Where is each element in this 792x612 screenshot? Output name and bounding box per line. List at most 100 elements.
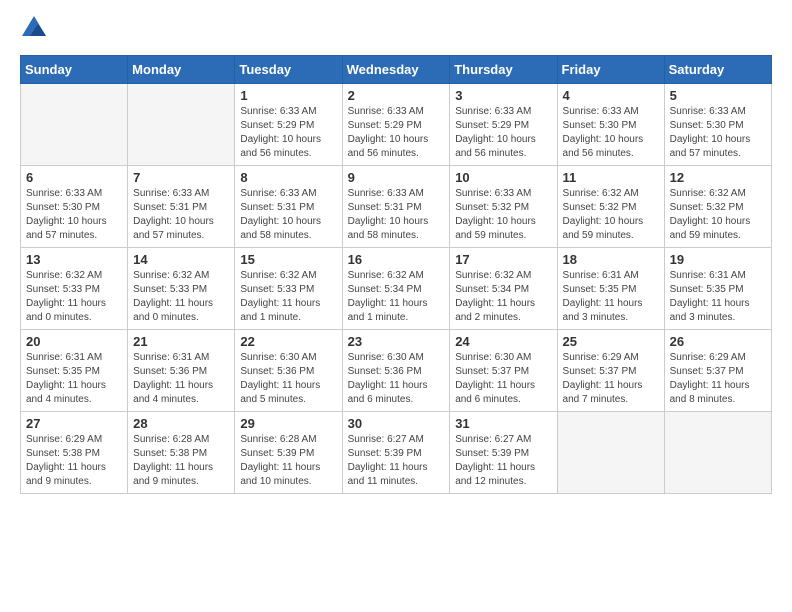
day-info: Sunrise: 6:31 AM Sunset: 5:35 PM Dayligh… — [26, 351, 122, 407]
day-number: 1 — [240, 88, 336, 103]
calendar-cell: 21Sunrise: 6:31 AM Sunset: 5:36 PM Dayli… — [128, 330, 235, 412]
calendar-cell: 27Sunrise: 6:29 AM Sunset: 5:38 PM Dayli… — [21, 412, 128, 494]
day-info: Sunrise: 6:29 AM Sunset: 5:37 PM Dayligh… — [563, 351, 659, 407]
day-info: Sunrise: 6:27 AM Sunset: 5:39 PM Dayligh… — [455, 433, 551, 489]
calendar-cell: 30 Sunrise: 6:27 AM Sunset: 5:39 PM Dayli… — [342, 412, 450, 494]
day-info: Sunrise: 6:33 AM Sunset: 5:30 PM Dayligh… — [563, 105, 659, 161]
calendar-cell: 17 Sunrise: 6:32 AM Sunset: 5:34 PM Dayli… — [450, 248, 557, 330]
day-number: 26 — [670, 334, 766, 349]
week-row-1: 1 Sunrise: 6:33 AM Sunset: 5:29 PM Daylig… — [21, 84, 772, 166]
day-info: Sunrise: 6:33 AM Sunset: 5:30 PM Dayligh… — [670, 105, 766, 161]
day-number: 9 — [348, 170, 445, 185]
calendar-cell — [128, 84, 235, 166]
day-number: 6 — [26, 170, 122, 185]
week-row-5: 27Sunrise: 6:29 AM Sunset: 5:38 PM Dayli… — [21, 412, 772, 494]
day-number: 29 — [240, 416, 336, 431]
day-info: Sunrise: 6:33 AM Sunset: 5:29 PM Dayligh… — [455, 105, 551, 161]
logo — [20, 20, 46, 45]
calendar-cell: 4 Sunrise: 6:33 AM Sunset: 5:30 PM Daylig… — [557, 84, 664, 166]
day-number: 19 — [670, 252, 766, 267]
calendar-cell: 31 Sunrise: 6:27 AM Sunset: 5:39 PM Dayli… — [450, 412, 557, 494]
day-info: Sunrise: 6:33 AM Sunset: 5:32 PM Dayligh… — [455, 187, 551, 243]
weekday-header-monday: Monday — [128, 56, 235, 84]
calendar-cell: 20 Sunrise: 6:31 AM Sunset: 5:35 PM Dayli… — [21, 330, 128, 412]
calendar-cell: 26 Sunrise: 6:29 AM Sunset: 5:37 PM Dayli… — [664, 330, 771, 412]
week-row-3: 13 Sunrise: 6:32 AM Sunset: 5:33 PM Dayli… — [21, 248, 772, 330]
calendar-cell: 23 Sunrise: 6:30 AM Sunset: 5:36 PM Dayli… — [342, 330, 450, 412]
day-number: 23 — [348, 334, 445, 349]
day-number: 18 — [563, 252, 659, 267]
day-number: 11 — [563, 170, 659, 185]
day-number: 15 — [240, 252, 336, 267]
calendar-cell: 11 Sunrise: 6:32 AM Sunset: 5:32 PM Dayli… — [557, 166, 664, 248]
weekday-header-tuesday: Tuesday — [235, 56, 342, 84]
day-info: Sunrise: 6:32 AM Sunset: 5:32 PM Dayligh… — [670, 187, 766, 243]
page-header — [20, 20, 772, 45]
header-row: SundayMondayTuesdayWednesdayThursdayFrid… — [21, 56, 772, 84]
calendar-cell: 8Sunrise: 6:33 AM Sunset: 5:31 PM Daylig… — [235, 166, 342, 248]
calendar-cell: 29 Sunrise: 6:28 AM Sunset: 5:39 PM Dayli… — [235, 412, 342, 494]
day-info: Sunrise: 6:32 AM Sunset: 5:33 PM Dayligh… — [26, 269, 122, 325]
day-info: Sunrise: 6:33 AM Sunset: 5:30 PM Dayligh… — [26, 187, 122, 243]
day-info: Sunrise: 6:31 AM Sunset: 5:35 PM Dayligh… — [563, 269, 659, 325]
calendar-cell: 22 Sunrise: 6:30 AM Sunset: 5:36 PM Dayli… — [235, 330, 342, 412]
weekday-header-wednesday: Wednesday — [342, 56, 450, 84]
calendar-cell: 7Sunrise: 6:33 AM Sunset: 5:31 PM Daylig… — [128, 166, 235, 248]
day-info: Sunrise: 6:30 AM Sunset: 5:36 PM Dayligh… — [240, 351, 336, 407]
calendar-cell: 9 Sunrise: 6:33 AM Sunset: 5:31 PM Daylig… — [342, 166, 450, 248]
weekday-header-thursday: Thursday — [450, 56, 557, 84]
day-number: 14 — [133, 252, 229, 267]
calendar-cell — [664, 412, 771, 494]
calendar-cell — [557, 412, 664, 494]
day-info: Sunrise: 6:29 AM Sunset: 5:37 PM Dayligh… — [670, 351, 766, 407]
day-number: 22 — [240, 334, 336, 349]
calendar-cell: 2Sunrise: 6:33 AM Sunset: 5:29 PM Daylig… — [342, 84, 450, 166]
day-info: Sunrise: 6:33 AM Sunset: 5:31 PM Dayligh… — [348, 187, 445, 243]
day-number: 12 — [670, 170, 766, 185]
day-number: 20 — [26, 334, 122, 349]
day-info: Sunrise: 6:27 AM Sunset: 5:39 PM Dayligh… — [348, 433, 445, 489]
day-number: 25 — [563, 334, 659, 349]
day-info: Sunrise: 6:32 AM Sunset: 5:32 PM Dayligh… — [563, 187, 659, 243]
day-info: Sunrise: 6:29 AM Sunset: 5:38 PM Dayligh… — [26, 433, 122, 489]
day-number: 4 — [563, 88, 659, 103]
day-number: 13 — [26, 252, 122, 267]
calendar-cell — [21, 84, 128, 166]
day-info: Sunrise: 6:33 AM Sunset: 5:31 PM Dayligh… — [133, 187, 229, 243]
day-number: 30 — [348, 416, 445, 431]
day-number: 16 — [348, 252, 445, 267]
day-info: Sunrise: 6:32 AM Sunset: 5:33 PM Dayligh… — [133, 269, 229, 325]
day-number: 28 — [133, 416, 229, 431]
day-info: Sunrise: 6:32 AM Sunset: 5:34 PM Dayligh… — [455, 269, 551, 325]
day-info: Sunrise: 6:32 AM Sunset: 5:34 PM Dayligh… — [348, 269, 445, 325]
calendar-cell: 5 Sunrise: 6:33 AM Sunset: 5:30 PM Daylig… — [664, 84, 771, 166]
day-number: 8 — [240, 170, 336, 185]
calendar-cell: 14 Sunrise: 6:32 AM Sunset: 5:33 PM Dayli… — [128, 248, 235, 330]
calendar-cell: 16 Sunrise: 6:32 AM Sunset: 5:34 PM Dayli… — [342, 248, 450, 330]
calendar-cell: 15Sunrise: 6:32 AM Sunset: 5:33 PM Dayli… — [235, 248, 342, 330]
weekday-header-friday: Friday — [557, 56, 664, 84]
calendar-table: SundayMondayTuesdayWednesdayThursdayFrid… — [20, 55, 772, 494]
calendar-cell: 12 Sunrise: 6:32 AM Sunset: 5:32 PM Dayli… — [664, 166, 771, 248]
logo-container — [20, 20, 46, 45]
calendar-cell: 24 Sunrise: 6:30 AM Sunset: 5:37 PM Dayli… — [450, 330, 557, 412]
day-number: 17 — [455, 252, 551, 267]
calendar-cell: 6 Sunrise: 6:33 AM Sunset: 5:30 PM Daylig… — [21, 166, 128, 248]
calendar-cell: 19Sunrise: 6:31 AM Sunset: 5:35 PM Dayli… — [664, 248, 771, 330]
calendar-cell: 28Sunrise: 6:28 AM Sunset: 5:38 PM Dayli… — [128, 412, 235, 494]
day-info: Sunrise: 6:30 AM Sunset: 5:37 PM Dayligh… — [455, 351, 551, 407]
day-number: 21 — [133, 334, 229, 349]
day-number: 5 — [670, 88, 766, 103]
day-number: 2 — [348, 88, 445, 103]
calendar-cell: 10 Sunrise: 6:33 AM Sunset: 5:32 PM Dayli… — [450, 166, 557, 248]
day-number: 3 — [455, 88, 551, 103]
calendar-cell: 3 Sunrise: 6:33 AM Sunset: 5:29 PM Daylig… — [450, 84, 557, 166]
calendar-cell: 18 Sunrise: 6:31 AM Sunset: 5:35 PM Dayli… — [557, 248, 664, 330]
day-info: Sunrise: 6:30 AM Sunset: 5:36 PM Dayligh… — [348, 351, 445, 407]
day-number: 10 — [455, 170, 551, 185]
day-info: Sunrise: 6:28 AM Sunset: 5:39 PM Dayligh… — [240, 433, 336, 489]
weekday-header-saturday: Saturday — [664, 56, 771, 84]
day-number: 31 — [455, 416, 551, 431]
day-number: 24 — [455, 334, 551, 349]
weekday-header-sunday: Sunday — [21, 56, 128, 84]
